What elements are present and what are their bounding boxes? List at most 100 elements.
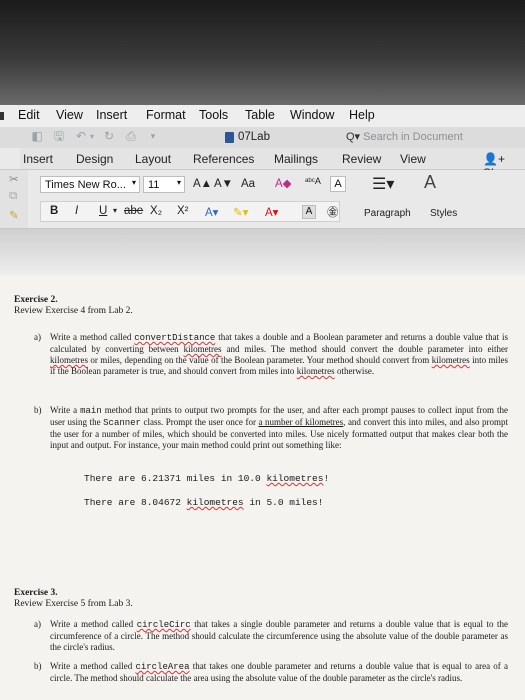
text-run: Write a <box>50 405 81 415</box>
tab-insert[interactable]: Insert <box>23 152 53 166</box>
text-run: ! <box>323 473 330 484</box>
text-run: Write a method called <box>50 619 137 629</box>
menu-insert[interactable]: Insert <box>96 108 127 122</box>
phonetic-guide-icon[interactable]: ᵃᵇᶜA <box>305 176 321 186</box>
bold-button[interactable]: B <box>50 205 58 217</box>
character-shading-icon[interactable]: A <box>302 205 316 219</box>
sample-output-line-2: There are 8.04672 kilometres in 5.0 mile… <box>84 497 323 508</box>
menu-table[interactable]: Table <box>245 108 275 122</box>
superscript-button[interactable]: X² <box>177 205 189 217</box>
format-painter-icon[interactable]: ✎ <box>9 208 19 222</box>
grow-font-button[interactable]: A▲ <box>193 178 212 190</box>
ribbon-tabs: Insert Design Layout References Mailings… <box>0 148 525 180</box>
menu-view[interactable]: View <box>56 108 83 122</box>
change-case-button[interactable]: Aa <box>241 178 255 190</box>
code-run: convertDistance <box>134 333 216 343</box>
tab-view[interactable]: View <box>400 152 426 166</box>
chevron-down-icon: ▾ <box>131 178 136 187</box>
misspelled-word: kilometres <box>266 473 324 484</box>
text-effects-button-icon[interactable]: A▾ <box>205 205 218 219</box>
text-run: and miles. The method should convert the… <box>221 344 508 354</box>
text-run: Write a method called <box>50 332 135 342</box>
search-icon: Q▾ <box>346 131 361 143</box>
customize-toolbar-icon[interactable]: ▾ <box>146 130 160 143</box>
apple-menu-edge[interactable] <box>0 112 4 120</box>
item-b-label: b) <box>34 405 42 415</box>
tab-review[interactable]: Review <box>342 152 381 166</box>
document-page: Exercise 2. Review Exercise 4 from Lab 2… <box>0 275 525 700</box>
item-b-label: b) <box>34 661 42 671</box>
quick-access-toolbar: ◧ 🖫 ↶ ▾ ↻ ⎙ ▾ 07Lab Q▾ Search in Documen… <box>0 127 525 149</box>
clipboard-group: ✂ ⧉ ✎ <box>0 170 28 228</box>
menu-window[interactable]: Window <box>290 108 334 122</box>
exercise-3-title: Exercise 3. <box>14 588 58 598</box>
menu-format[interactable]: Format <box>146 108 186 122</box>
code-run: main <box>80 406 102 416</box>
undo-dropdown-icon[interactable]: ▾ <box>88 130 96 143</box>
code-run: circleCirc <box>136 620 191 630</box>
item-a-label: a) <box>34 332 41 342</box>
underlined-run: a number of kilometres <box>258 417 344 427</box>
document-title: 07Lab <box>238 131 270 143</box>
menu-edit[interactable]: Edit <box>18 108 40 122</box>
sample-output-line-1: There are 6.21371 miles in 10.0 kilometr… <box>84 473 329 484</box>
menu-tools[interactable]: Tools <box>199 108 228 122</box>
paragraph-group-button[interactable]: Paragraph <box>364 208 411 219</box>
italic-button[interactable]: I <box>75 205 78 217</box>
format-row <box>40 201 340 222</box>
search-field[interactable]: Q▾ Search in Document <box>346 130 496 145</box>
print-icon[interactable]: ⎙ <box>124 130 138 143</box>
text-run: Write a method called <box>50 661 136 671</box>
text-run: There are 6.21371 miles in 10.0 <box>84 473 267 484</box>
tab-home-edge[interactable] <box>0 148 20 169</box>
tab-mailings[interactable]: Mailings <box>274 152 318 166</box>
sidebar-icon[interactable]: ◧ <box>30 130 44 143</box>
page-background <box>0 229 525 275</box>
misspelled-word: kilometres <box>183 344 222 354</box>
text-effects-icon[interactable]: A <box>424 172 436 193</box>
bullets-icon[interactable]: ☰▾ <box>372 174 394 194</box>
font-size-select[interactable]: 11 ▾ <box>143 176 185 193</box>
exercise-2-part-a: Write a method called convertDistance th… <box>50 332 508 377</box>
monitor-bezel <box>0 0 525 105</box>
item-a-label: a) <box>34 619 41 629</box>
redo-icon[interactable]: ↻ <box>102 130 116 143</box>
subscript-button[interactable]: X₂ <box>150 205 162 217</box>
misspelled-word: kilometres <box>50 355 88 365</box>
chevron-down-icon: ▾ <box>176 178 181 187</box>
search-placeholder: Search in Document <box>363 131 463 143</box>
exercise-3-part-b: Write a method called circleArea that ta… <box>50 661 508 684</box>
tab-references[interactable]: References <box>193 152 254 166</box>
cut-icon[interactable]: ✂ <box>9 172 19 186</box>
chevron-down-icon[interactable]: ▾ <box>113 206 117 215</box>
shrink-font-button[interactable]: A▼ <box>214 178 233 190</box>
tab-design[interactable]: Design <box>76 152 113 166</box>
ribbon-home: ✂ ⧉ ✎ Times New Ro... ▾ 11 ▾ A▲ A▼ Aa A◆… <box>0 170 525 229</box>
text-run: class. Prompt the user once for <box>140 417 259 427</box>
text-run: or miles, depending on the value of the … <box>88 355 432 365</box>
styles-group-button[interactable]: Styles <box>430 208 457 219</box>
font-color-icon[interactable]: A▾ <box>265 205 278 219</box>
copy-icon[interactable]: ⧉ <box>9 190 17 203</box>
text-run: otherwise. <box>334 366 375 376</box>
misspelled-word: kilometres <box>186 497 244 508</box>
word-document-icon <box>225 132 234 143</box>
font-name-select[interactable]: Times New Ro... ▾ <box>40 176 140 193</box>
highlight-icon[interactable]: ✎▾ <box>233 205 248 219</box>
character-border-icon[interactable]: A <box>330 176 346 192</box>
menu-bar: Edit View Insert Format Tools Table Wind… <box>0 105 525 128</box>
text-run: There are 8.04672 <box>84 497 187 508</box>
font-size-value: 11 <box>148 179 160 191</box>
tab-layout[interactable]: Layout <box>135 152 171 166</box>
misspelled-word: kilometres <box>296 366 335 376</box>
code-run: Scanner <box>103 418 141 428</box>
save-icon[interactable]: 🖫 <box>52 130 66 143</box>
underline-button[interactable]: U <box>99 205 107 217</box>
clear-formatting-icon[interactable]: A◆ <box>275 176 292 190</box>
enclose-character-icon[interactable]: ㊎ <box>327 204 339 220</box>
exercise-2-title: Exercise 2. <box>14 295 58 305</box>
undo-icon[interactable]: ↶ <box>74 130 88 143</box>
strikethrough-button[interactable]: abe <box>124 205 143 217</box>
menu-help[interactable]: Help <box>349 108 375 122</box>
exercise-2-part-b: Write a main method that prints to outpu… <box>50 405 508 451</box>
